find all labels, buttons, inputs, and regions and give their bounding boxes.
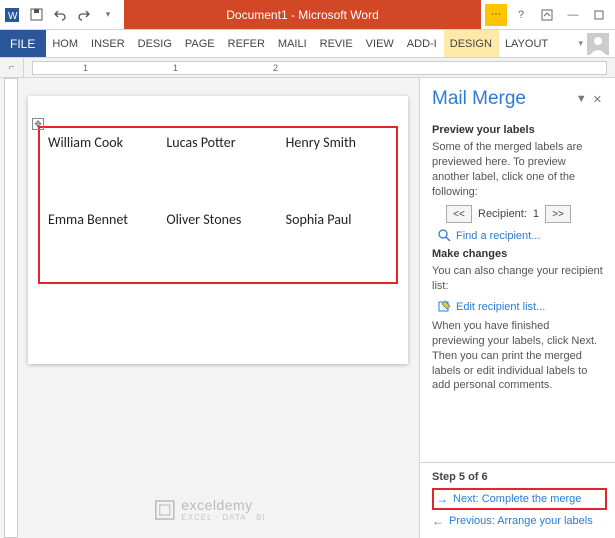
finish-text: When you have finished previewing your l…	[432, 319, 605, 393]
word-icon[interactable]: W	[0, 1, 24, 29]
avatar[interactable]	[587, 33, 609, 55]
pane-body: Preview your labels Some of the merged l…	[420, 116, 615, 462]
watermark: exceldemy EXCEL · DATA · BI	[153, 497, 265, 522]
undo-icon[interactable]	[48, 1, 72, 29]
recipient-label: Recipient:	[478, 208, 527, 220]
step-label: Step 5 of 6	[432, 471, 607, 483]
watermark-tag: EXCEL · DATA · BI	[181, 513, 265, 522]
window-controls: ⋯ ? —	[481, 0, 615, 29]
label-cell[interactable]: Emma Bennet	[39, 205, 158, 283]
tab-table-design[interactable]: DESIGN	[444, 30, 499, 57]
ruler-corner: ⌐	[0, 58, 24, 77]
label-cell[interactable]: William Cook	[39, 127, 158, 205]
window-title: Document1 - Microsoft Word	[124, 0, 481, 29]
ribbon-tabs: FILE HOM INSER DESIG PAGE REFER MAILI RE…	[0, 30, 615, 58]
vertical-ruler[interactable]	[4, 78, 18, 538]
pane-header: Mail Merge ▼ ✕	[420, 78, 615, 116]
mail-merge-pane: Mail Merge ▼ ✕ Preview your labels Some …	[419, 78, 615, 538]
maximize-icon[interactable]	[587, 3, 611, 27]
tab-table-layout[interactable]: LAYOUT	[499, 30, 555, 57]
page: ✥ William Cook Lucas Potter Henry Smith …	[28, 96, 408, 364]
label-cell[interactable]: Henry Smith	[278, 127, 397, 205]
edit-recipient-label: Edit recipient list...	[456, 301, 545, 313]
tab-file[interactable]: FILE	[0, 30, 46, 57]
table-row: Emma Bennet Oliver Stones Sophia Paul	[39, 205, 397, 283]
ruler-mark: 1	[83, 63, 88, 73]
work-area: ✥ William Cook Lucas Potter Henry Smith …	[0, 78, 615, 538]
find-recipient-label: Find a recipient...	[456, 230, 540, 242]
user-area: ▾	[572, 30, 615, 57]
ruler-row: ⌐ 1 1 2	[0, 58, 615, 78]
prev-recipient-button[interactable]: <<	[446, 205, 472, 223]
arrow-left-icon: ←	[432, 514, 444, 528]
tab-references[interactable]: REFER	[222, 30, 272, 57]
next-step-label: Next: Complete the merge	[453, 493, 581, 505]
tab-view[interactable]: VIEW	[360, 30, 401, 57]
horizontal-ruler[interactable]: 1 1 2	[32, 61, 607, 75]
pane-close-icon[interactable]: ✕	[590, 93, 605, 106]
title-bar: W ▾ Document1 - Microsoft Word ⋯ ? —	[0, 0, 615, 30]
label-table[interactable]: William Cook Lucas Potter Henry Smith Em…	[38, 126, 398, 284]
tab-page-layout[interactable]: PAGE	[179, 30, 222, 57]
ruler-mark: 2	[273, 63, 278, 73]
edit-recipient-link[interactable]: Edit recipient list...	[438, 300, 605, 313]
changes-text: You can also change your recipient list:	[432, 264, 605, 294]
minimize-icon[interactable]: —	[561, 3, 585, 27]
next-step-highlight: → Next: Complete the merge	[432, 488, 607, 510]
tab-design[interactable]: DESIG	[132, 30, 179, 57]
pane-options-icon[interactable]: ▼	[573, 93, 590, 105]
label-cell[interactable]: Sophia Paul	[278, 205, 397, 283]
preview-heading: Preview your labels	[432, 124, 605, 136]
next-recipient-button[interactable]: >>	[545, 205, 571, 223]
recipient-nav: << Recipient: 1 >>	[446, 205, 605, 223]
edit-list-icon	[438, 300, 451, 313]
tab-home[interactable]: HOM	[46, 30, 85, 57]
search-icon	[438, 229, 451, 242]
quick-access-toolbar: W ▾	[0, 0, 120, 29]
tab-insert[interactable]: INSER	[85, 30, 132, 57]
find-recipient-link[interactable]: Find a recipient...	[438, 229, 605, 242]
watermark-brand: exceldemy	[181, 497, 252, 513]
ribbon-display-options-icon[interactable]: ⋯	[485, 4, 507, 26]
prev-step-label: Previous: Arrange your labels	[449, 515, 593, 527]
prev-step-link[interactable]: ← Previous: Arrange your labels	[432, 514, 607, 528]
tab-review[interactable]: REVIE	[314, 30, 360, 57]
user-dropdown-icon[interactable]: ▾	[578, 38, 583, 49]
svg-text:W: W	[8, 11, 18, 22]
tab-addins[interactable]: ADD-I	[401, 30, 444, 57]
table-move-handle-icon[interactable]: ✥	[32, 118, 44, 130]
ruler-mark: 1	[173, 63, 178, 73]
pane-footer: Step 5 of 6 → Next: Complete the merge ←…	[420, 462, 615, 538]
save-icon[interactable]	[24, 1, 48, 29]
table-row: William Cook Lucas Potter Henry Smith	[39, 127, 397, 205]
document-area: ✥ William Cook Lucas Potter Henry Smith …	[0, 78, 419, 538]
next-step-link[interactable]: → Next: Complete the merge	[436, 492, 603, 506]
arrow-right-icon: →	[436, 492, 448, 506]
ribbon-collapse-icon[interactable]	[535, 3, 559, 27]
help-icon[interactable]: ?	[509, 3, 533, 27]
recipient-number: 1	[533, 208, 539, 220]
tab-mailings[interactable]: MAILI	[272, 30, 314, 57]
qat-customize-icon[interactable]: ▾	[96, 1, 120, 29]
redo-icon[interactable]	[72, 1, 96, 29]
label-cell[interactable]: Lucas Potter	[158, 127, 277, 205]
label-cell[interactable]: Oliver Stones	[158, 205, 277, 283]
preview-text: Some of the merged labels are previewed …	[432, 140, 605, 199]
changes-heading: Make changes	[432, 248, 605, 260]
pane-title: Mail Merge	[432, 88, 573, 110]
watermark-icon	[153, 499, 175, 521]
